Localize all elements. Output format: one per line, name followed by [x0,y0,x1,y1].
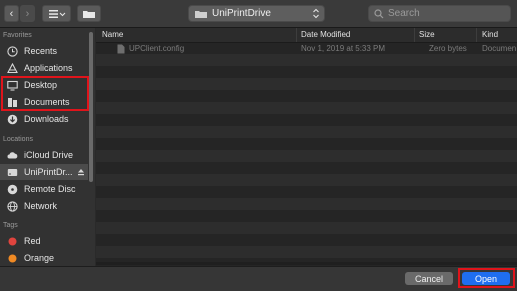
forward-button[interactable]: › [20,5,35,22]
list-view-icon [48,9,65,18]
applications-icon [7,62,18,74]
file-row[interactable]: UPClient.config Nov 1, 2019 at 5:33 PM Z… [96,43,517,55]
path-popup[interactable]: UniPrintDrive [188,5,325,22]
table-row [96,102,517,114]
search-field[interactable]: Search [368,5,511,22]
table-row [96,126,517,138]
file-date: Nov 1, 2019 at 5:33 PM [301,44,386,53]
clock-icon [7,45,18,57]
toolbar: ‹ › UniPrintDrive Search [0,0,517,28]
column-header-name[interactable]: Name [102,30,123,39]
file-name: UPClient.config [129,44,185,53]
table-row [96,54,517,66]
drive-icon [7,167,18,178]
sidebar-scrollbar[interactable] [89,32,93,182]
sidebar-item-applications[interactable]: Applications [0,60,88,76]
table-row [96,246,517,258]
list-header: Name Date Modified Size Kind [96,28,517,43]
red-tag-icon [7,236,18,247]
sidebar-item-label: Recents [24,46,58,56]
downloads-icon [7,114,18,125]
file-kind: Documen [482,44,517,53]
sidebar-item-tag-orange[interactable]: Orange [0,250,88,266]
sidebar-item-label: Network [24,201,58,211]
back-button[interactable]: ‹ [4,5,19,22]
sidebar-item-network[interactable]: Network [0,198,88,214]
column-divider [476,28,477,42]
sidebar-item-downloads[interactable]: Downloads [0,111,88,127]
favorites-heading: Favorites [3,32,32,39]
sidebar-item-label: UniPrintDr... [24,167,73,177]
cancel-button[interactable]: Cancel [405,272,453,285]
sidebar-item-recents[interactable]: Recents [0,43,88,59]
sidebar-item-label: Applications [24,63,73,73]
folder-icon [83,10,95,18]
locations-heading: Locations [3,136,33,143]
chevron-right-icon: › [25,7,30,20]
horizontal-scrollbar[interactable] [96,262,517,265]
sidebar-item-uniprintdrive[interactable]: UniPrintDr... [0,164,88,180]
up-down-chevron-icon [313,8,319,19]
path-label: UniPrintDrive [212,8,271,19]
sidebar-item-remote-disc[interactable]: Remote Disc [0,181,88,197]
orange-tag-icon [7,253,18,264]
column-header-kind[interactable]: Kind [482,30,498,39]
sidebar-item-label: Orange [24,253,55,263]
sidebar-item-label: Red [24,236,41,246]
table-row [96,78,517,90]
document-icon [117,44,125,54]
tags-heading: Tags [3,222,18,229]
new-folder-button[interactable] [77,5,101,22]
sidebar-item-icloud-drive[interactable]: iCloud Drive [0,147,88,163]
globe-icon [7,200,18,212]
table-row [96,198,517,210]
folder-icon [195,10,207,18]
sidebar-item-tag-red[interactable]: Red [0,233,88,249]
highlight-box [1,76,89,111]
chevron-left-icon: ‹ [9,7,14,20]
cloud-icon [7,150,18,161]
sidebar-item-label: Remote Disc [24,184,76,194]
table-row [96,174,517,186]
file-size: Zero bytes [429,44,467,53]
column-divider [296,28,297,42]
search-placeholder: Search [388,8,420,19]
search-icon [374,8,384,18]
column-header-size[interactable]: Size [419,30,435,39]
disc-icon [7,184,18,195]
table-row [96,150,517,162]
column-header-date-modified[interactable]: Date Modified [301,30,350,39]
view-options-button[interactable] [42,5,71,22]
eject-icon[interactable] [77,168,85,176]
table-row [96,222,517,234]
column-divider [414,28,415,42]
sidebar-item-label: Downloads [24,114,69,124]
sidebar-item-label: iCloud Drive [24,150,74,160]
highlight-box [458,268,515,288]
